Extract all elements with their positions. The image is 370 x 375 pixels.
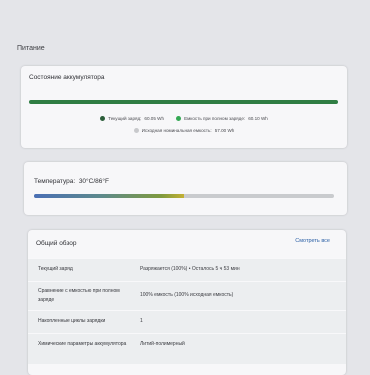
design-capacity-label: Исходная номинальная емкость: bbox=[141, 128, 212, 133]
overview-row: Сравнение с емкостью при полном заряде 1… bbox=[28, 281, 346, 310]
full-capacity-label: Емкость при полном заряде: bbox=[184, 116, 246, 121]
full-capacity-dot-icon bbox=[176, 116, 182, 121]
battery-health-card: Состояние аккумулятора Текущий заряд: 60… bbox=[21, 66, 347, 148]
overview-row: Накопленные циклы зарядки 1 bbox=[28, 310, 346, 333]
design-capacity-value: 57.00 Wh bbox=[214, 128, 235, 133]
overview-row-value: Разряжается (100%) • Осталось 5 ч 53 мин bbox=[140, 266, 240, 272]
legend-design-capacity: Исходная номинальная емкость: 57.00 Wh bbox=[133, 128, 235, 133]
overview-row-label: Химические параметры аккумулятора bbox=[38, 341, 127, 347]
overview-title: Общий обзор bbox=[36, 240, 77, 247]
overview-row-label: Текущий заряд bbox=[38, 266, 73, 272]
page-title: Питание bbox=[17, 45, 45, 52]
overview-row-value: 100% емкость (100% исходная емкость) bbox=[140, 292, 234, 298]
overview-row: Текущий заряд Разряжается (100%) • Остал… bbox=[28, 258, 346, 281]
see-all-link[interactable]: Смотреть все bbox=[295, 238, 330, 244]
temperature-value: 30°C/86°F bbox=[78, 178, 109, 185]
legend-full-capacity: Емкость при полном заряде: 60.10 Wh bbox=[176, 116, 268, 121]
battery-legend-design: Исходная номинальная емкость: 57.00 Wh bbox=[21, 128, 347, 133]
temperature-fill bbox=[34, 194, 184, 198]
battery-legend: Текущий заряд: 60.05 Wh Емкость при полн… bbox=[21, 116, 347, 121]
current-charge-dot-icon bbox=[100, 116, 106, 121]
overview-row-label: Накопленные циклы зарядки bbox=[38, 318, 106, 324]
overview-row-value: 1 bbox=[140, 318, 143, 324]
temperature-label: Температура: 30°C/86°F bbox=[34, 178, 109, 185]
temperature-card: Температура: 30°C/86°F bbox=[24, 162, 347, 215]
overview-row-label: Сравнение с емкостью при полном заряде bbox=[38, 288, 120, 303]
overview-row-value: Литий-полимерный bbox=[140, 341, 185, 347]
battery-charge-fill bbox=[29, 100, 338, 104]
current-charge-label: Текущий заряд: bbox=[108, 116, 142, 121]
battery-health-title: Состояние аккумулятора bbox=[29, 74, 105, 81]
legend-current-charge: Текущий заряд: 60.05 Wh bbox=[100, 116, 164, 121]
full-capacity-value: 60.10 Wh bbox=[248, 116, 268, 121]
current-charge-value: 60.05 Wh bbox=[144, 116, 165, 121]
temperature-bar bbox=[34, 194, 334, 198]
overview-card: Общий обзор Смотреть все Текущий заряд Р… bbox=[28, 230, 346, 375]
overview-row: Химические параметры аккумулятора Литий-… bbox=[28, 333, 346, 364]
battery-charge-bar bbox=[29, 100, 338, 104]
design-capacity-dot-icon bbox=[133, 128, 139, 133]
